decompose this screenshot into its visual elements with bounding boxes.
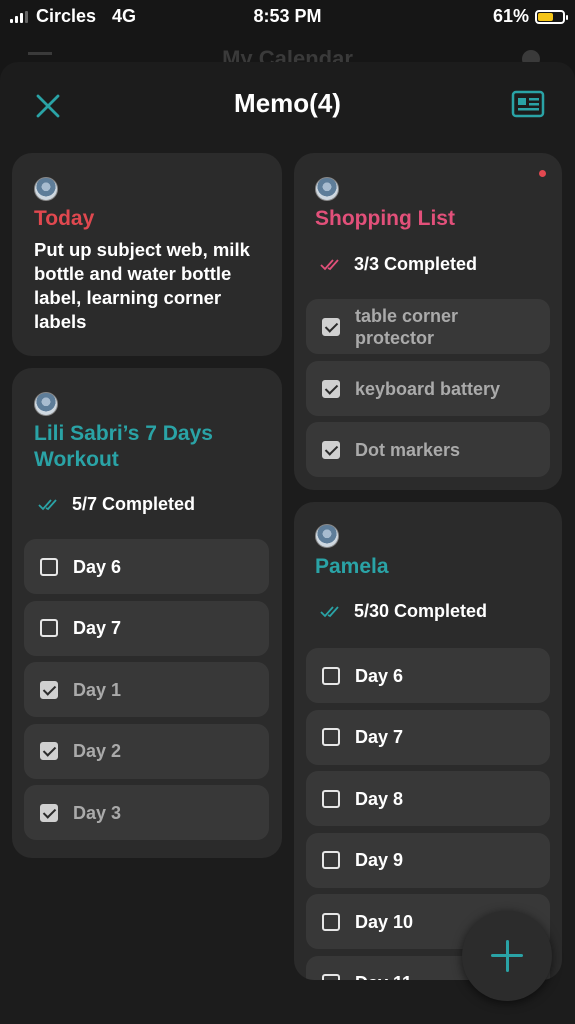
double-check-icon bbox=[320, 258, 339, 270]
completion-status: 5/30 Completed bbox=[320, 601, 487, 622]
note-title: Lili Sabri’s 7 Days Workout bbox=[34, 422, 213, 471]
checklist-item-label: Day 3 bbox=[73, 802, 122, 823]
checklist-item-label: Day 7 bbox=[355, 727, 404, 747]
status-bar: Circles 4G 8:53 PM 61% bbox=[0, 0, 575, 34]
checked-checkbox[interactable] bbox=[40, 680, 58, 699]
battery-percent: 61% bbox=[492, 6, 529, 26]
checklist-item-label: Day 1 bbox=[73, 679, 122, 700]
battery-info: 61% bbox=[492, 6, 568, 27]
note-text: Put up subject web, milk bottle and wate… bbox=[34, 239, 250, 332]
checklist-item[interactable]: Day 6 bbox=[24, 539, 269, 594]
checked-checkbox[interactable] bbox=[322, 440, 340, 459]
checklist-item-label: Day 6 bbox=[355, 665, 404, 686]
checklist-item[interactable]: table corner protector bbox=[306, 299, 550, 354]
note-title: Today bbox=[34, 207, 95, 230]
unchecked-checkbox[interactable] bbox=[322, 666, 340, 685]
avatar bbox=[315, 177, 339, 201]
checklist-item-label: Day 9 bbox=[355, 850, 404, 870]
note-card-workout[interactable]: Lili Sabri’s 7 Days Workout 5/7 Complete… bbox=[12, 368, 282, 858]
checklist-item-label: Day 8 bbox=[355, 788, 404, 809]
unchecked-checkbox[interactable] bbox=[322, 851, 340, 869]
status-time: 8:53 PM bbox=[253, 6, 322, 26]
completion-status: 3/3 Completed bbox=[320, 254, 477, 275]
checklist-item-label: Dot markers bbox=[355, 439, 461, 460]
checklist-item[interactable]: Day 1 bbox=[24, 662, 269, 717]
checklist-item[interactable]: Day 8 bbox=[306, 771, 550, 826]
checklist-item[interactable]: Day 2 bbox=[24, 723, 269, 779]
unchecked-checkbox[interactable] bbox=[322, 912, 340, 931]
note-title: Shopping List bbox=[315, 207, 455, 230]
checklist-item-label: Day 2 bbox=[73, 741, 122, 761]
unchecked-checkbox[interactable] bbox=[40, 619, 58, 637]
completion-text: 5/30 Completed bbox=[354, 601, 488, 621]
checklist-item-label: Day 11 bbox=[355, 972, 412, 980]
unchecked-checkbox[interactable] bbox=[322, 728, 340, 746]
unchecked-checkbox[interactable] bbox=[322, 974, 340, 980]
unchecked-checkbox[interactable] bbox=[40, 557, 58, 576]
checklist-item[interactable]: Day 7 bbox=[24, 600, 269, 656]
double-check-icon bbox=[320, 605, 339, 617]
checklist-item-label: table corner protector bbox=[355, 305, 459, 348]
unread-dot bbox=[539, 170, 546, 177]
card-view-icon[interactable] bbox=[511, 89, 545, 119]
battery-level bbox=[538, 12, 553, 21]
checklist-item[interactable]: Dot markers bbox=[306, 422, 550, 477]
checked-checkbox[interactable] bbox=[40, 742, 58, 760]
battery-icon bbox=[535, 9, 568, 24]
checked-checkbox[interactable] bbox=[322, 317, 340, 336]
note-card-pamela[interactable]: Pamela 5/30 Completed Day 6 Day 7 Day 8 Day… bbox=[294, 502, 562, 980]
checklist-item-label: Day 7 bbox=[73, 618, 122, 638]
note-card-today[interactable]: Today Put up subject web, milk bottle an… bbox=[12, 153, 282, 356]
checklist-item-label: Day 10 bbox=[355, 911, 414, 932]
checklist-item[interactable]: Day 9 bbox=[306, 832, 550, 888]
completion-text: 3/3 Completed bbox=[354, 254, 478, 274]
completion-text: 5/7 Completed bbox=[72, 494, 196, 514]
page-title: Memo(4) bbox=[234, 88, 341, 118]
checklist-item[interactable]: keyboard battery bbox=[306, 361, 550, 416]
checked-checkbox[interactable] bbox=[40, 803, 58, 822]
avatar bbox=[315, 524, 339, 548]
checklist-item[interactable]: Day 3 bbox=[24, 785, 269, 840]
checklist-item-label: Day 6 bbox=[73, 556, 122, 577]
unchecked-checkbox[interactable] bbox=[322, 789, 340, 808]
checklist-item[interactable]: Day 6 bbox=[306, 648, 550, 703]
checklist-item[interactable]: Day 7 bbox=[306, 709, 550, 765]
avatar bbox=[34, 392, 58, 416]
note-card-shopping[interactable]: Shopping List 3/3 Completed table corner… bbox=[294, 153, 562, 490]
completion-status: 5/7 Completed bbox=[38, 494, 195, 515]
add-memo-button[interactable] bbox=[462, 911, 552, 1001]
checklist-item-label: keyboard battery bbox=[355, 378, 501, 399]
checked-checkbox[interactable] bbox=[322, 379, 340, 398]
avatar bbox=[34, 177, 58, 201]
double-check-icon bbox=[38, 498, 57, 510]
note-title: Pamela bbox=[315, 555, 389, 578]
